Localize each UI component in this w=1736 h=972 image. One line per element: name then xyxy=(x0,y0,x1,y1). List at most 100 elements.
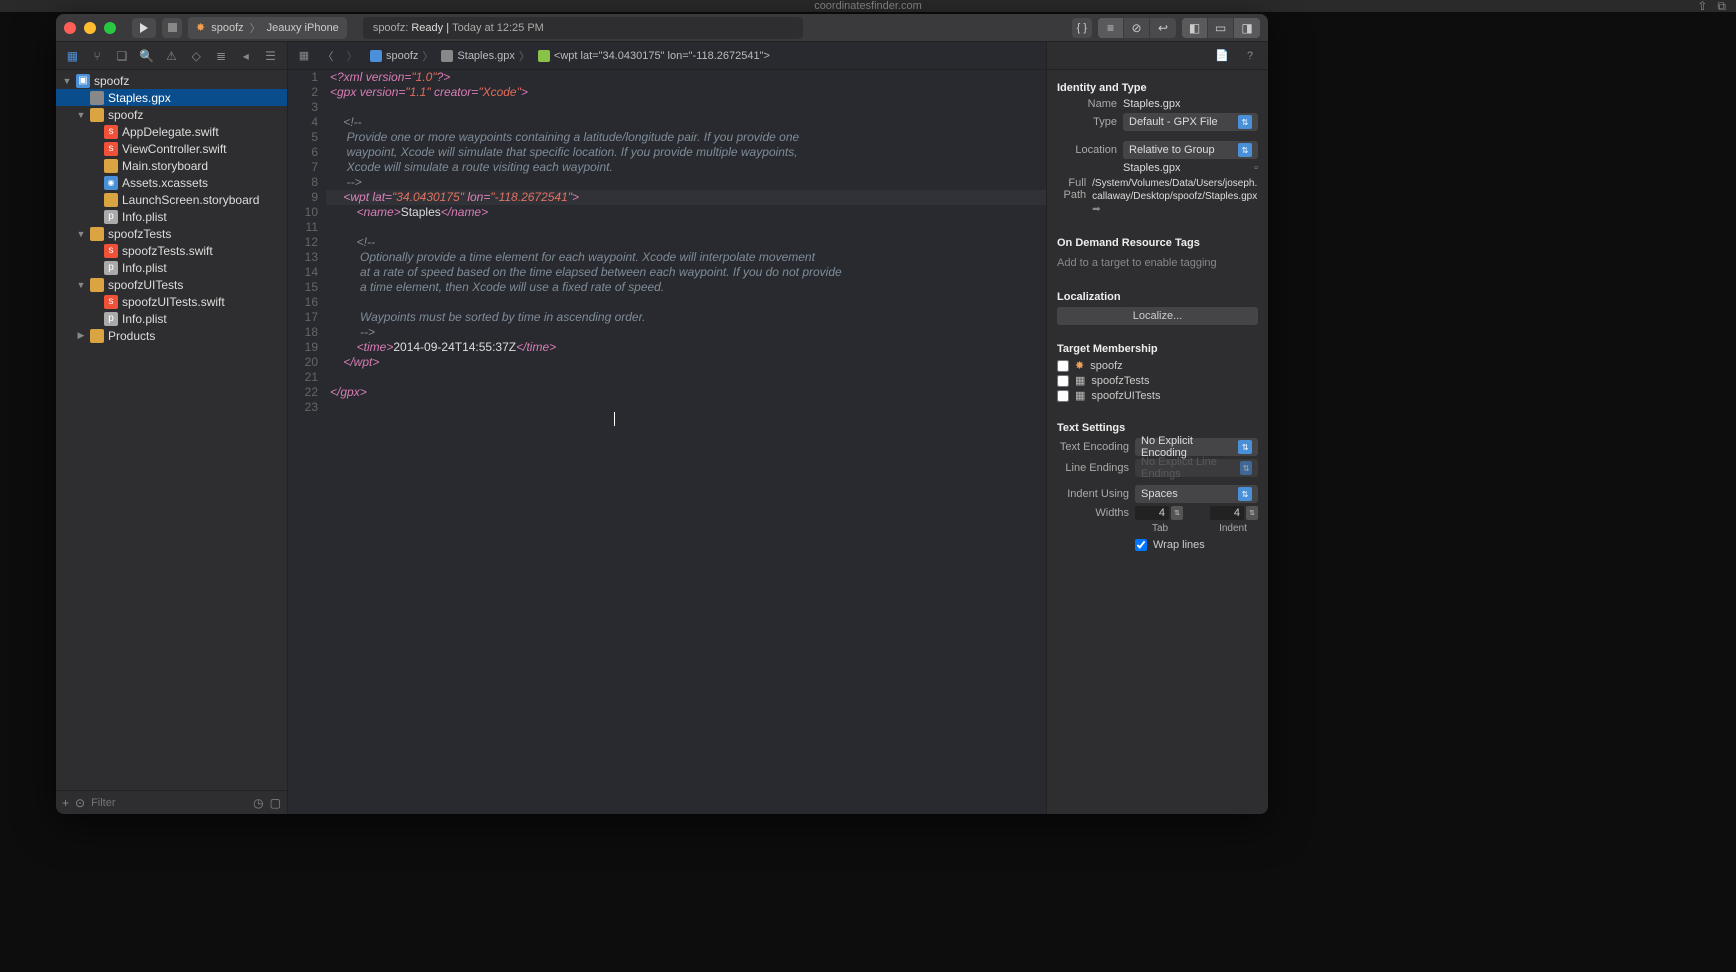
disclosure-triangle-icon[interactable]: ▼ xyxy=(62,76,72,86)
code-line[interactable]: <!-- xyxy=(330,235,1046,250)
code-editor[interactable]: 1234567891011121314151617181920212223 <?… xyxy=(288,70,1046,814)
line-endings-select[interactable]: No Explicit Line Endings⇅ xyxy=(1135,459,1258,477)
related-items-icon[interactable]: ▦ xyxy=(294,46,314,66)
report-navigator-tab[interactable]: ☰ xyxy=(262,47,280,65)
close-window-button[interactable] xyxy=(64,22,76,34)
code-line[interactable] xyxy=(330,100,1046,115)
code-line[interactable]: a time element, then Xcode will use a fi… xyxy=(330,280,1046,295)
file-name-value[interactable]: Staples.gpx xyxy=(1123,98,1258,110)
code-line[interactable] xyxy=(330,295,1046,310)
file-type-select[interactable]: Default - GPX File⇅ xyxy=(1123,113,1258,131)
project-tree[interactable]: ▼▣spoofzStaples.gpx▼spoofzsAppDelegate.s… xyxy=(56,70,287,790)
breadcrumb-label: Staples.gpx xyxy=(457,50,514,62)
disclosure-triangle-icon[interactable]: ▼ xyxy=(76,110,86,120)
tree-item[interactable]: pInfo.plist xyxy=(56,208,287,225)
folder-reveal-icon[interactable]: ▫ xyxy=(1254,162,1258,174)
tab-width-stepper[interactable]: 4 ⇅ xyxy=(1135,506,1183,520)
project-navigator-tab[interactable]: ▦ xyxy=(63,47,81,65)
tree-item[interactable]: sAppDelegate.swift xyxy=(56,123,287,140)
tree-item[interactable]: ▼spoofz xyxy=(56,106,287,123)
stepper-icon[interactable]: ⇅ xyxy=(1246,506,1258,520)
source-control-navigator-tab[interactable]: ⑂ xyxy=(88,47,106,65)
location-select[interactable]: Relative to Group⇅ xyxy=(1123,141,1258,159)
symbol-navigator-tab[interactable]: ❑ xyxy=(113,47,131,65)
code-line[interactable]: --> xyxy=(330,325,1046,340)
code-line[interactable] xyxy=(330,400,1046,415)
debug-navigator-tab[interactable]: ≣ xyxy=(212,47,230,65)
test-navigator-tab[interactable]: ◇ xyxy=(187,47,205,65)
editor-mode-segmented[interactable]: ≡ ⊘ ↩ xyxy=(1098,18,1176,38)
run-button[interactable] xyxy=(132,18,156,38)
issue-navigator-tab[interactable]: ⚠ xyxy=(162,47,180,65)
standard-editor-icon[interactable]: ≡ xyxy=(1098,18,1124,38)
tree-item[interactable]: pInfo.plist xyxy=(56,259,287,276)
tree-item[interactable]: ▼▣spoofz xyxy=(56,72,287,89)
tree-item[interactable]: ▶Products xyxy=(56,327,287,344)
tree-item[interactable]: Staples.gpx xyxy=(56,89,287,106)
code-line[interactable]: Waypoints must be sorted by time in asce… xyxy=(330,310,1046,325)
toggle-debug-icon[interactable]: ▭ xyxy=(1208,18,1234,38)
tree-item[interactable]: LaunchScreen.storyboard xyxy=(56,191,287,208)
tree-item[interactable]: ◉Assets.xcassets xyxy=(56,174,287,191)
tree-item[interactable]: ▼spoofzUITests xyxy=(56,276,287,293)
zoom-window-button[interactable] xyxy=(104,22,116,34)
indent-using-select[interactable]: Spaces⇅ xyxy=(1135,485,1258,503)
code-line[interactable]: <?xml version="1.0"?> xyxy=(330,70,1046,85)
stop-button[interactable] xyxy=(162,18,182,38)
go-back-button[interactable]: 〈 xyxy=(318,46,338,66)
find-navigator-tab[interactable]: 🔍 xyxy=(138,47,156,65)
code-line[interactable]: </wpt> xyxy=(330,355,1046,370)
code-line[interactable]: --> xyxy=(330,175,1046,190)
scheme-selector[interactable]: ✸ spoofz 〉 Jeauxy iPhone xyxy=(188,17,347,39)
panel-toggles[interactable]: ◧ ▭ ◨ xyxy=(1182,18,1260,38)
tree-item[interactable]: Main.storyboard xyxy=(56,157,287,174)
disclosure-triangle-icon[interactable]: ▼ xyxy=(76,280,86,290)
minimize-window-button[interactable] xyxy=(84,22,96,34)
tree-item[interactable]: pInfo.plist xyxy=(56,310,287,327)
localize-button[interactable]: Localize... xyxy=(1057,307,1258,325)
wrap-lines-checkbox[interactable] xyxy=(1135,539,1147,551)
scm-filter-icon[interactable]: ▢ xyxy=(270,796,281,810)
add-button[interactable]: + xyxy=(62,796,69,810)
target-checkbox[interactable] xyxy=(1057,375,1069,387)
code-line[interactable]: Optionally provide a time element for ea… xyxy=(330,250,1046,265)
version-editor-icon[interactable]: ↩ xyxy=(1150,18,1176,38)
stepper-icon[interactable]: ⇅ xyxy=(1171,506,1183,520)
breadcrumb-item[interactable]: Staples.gpx〉 xyxy=(437,48,533,64)
target-checkbox[interactable] xyxy=(1057,360,1069,372)
code-line[interactable]: Provide one or more waypoints containing… xyxy=(330,130,1046,145)
target-checkbox[interactable] xyxy=(1057,390,1069,402)
window-controls xyxy=(64,22,116,34)
tree-item[interactable]: sViewController.swift xyxy=(56,140,287,157)
code-line[interactable]: Xcode will simulate a route visiting eac… xyxy=(330,160,1046,175)
code-line[interactable]: <!-- xyxy=(330,115,1046,130)
breadcrumb-item[interactable]: spoofz〉 xyxy=(366,48,437,64)
breakpoint-navigator-tab[interactable]: ◂ xyxy=(237,47,255,65)
breadcrumb-item[interactable]: <wpt lat="34.0430175" lon="-118.2672541"… xyxy=(534,50,774,62)
recent-filter-icon[interactable]: ◷ xyxy=(253,796,263,810)
assistant-editor-icon[interactable]: ⊘ xyxy=(1124,18,1150,38)
tree-item[interactable]: sspoofzTests.swift xyxy=(56,242,287,259)
reveal-in-finder-icon[interactable]: ➡ xyxy=(1092,204,1100,215)
help-inspector-tab[interactable]: ? xyxy=(1242,48,1258,64)
code-line[interactable]: at a rate of speed based on the time ela… xyxy=(330,265,1046,280)
disclosure-triangle-icon[interactable]: ▼ xyxy=(76,229,86,239)
code-line[interactable]: <gpx version="1.1" creator="Xcode"> xyxy=(330,85,1046,100)
code-line[interactable]: </gpx> xyxy=(330,385,1046,400)
go-forward-button[interactable]: 〉 xyxy=(342,46,362,66)
tree-item[interactable]: sspoofzUITests.swift xyxy=(56,293,287,310)
indent-width-stepper[interactable]: 4 ⇅ xyxy=(1210,506,1258,520)
code-line[interactable]: <name>Staples</name> xyxy=(330,205,1046,220)
toggle-navigator-icon[interactable]: ◧ xyxy=(1182,18,1208,38)
code-line[interactable] xyxy=(330,370,1046,385)
code-line[interactable] xyxy=(330,220,1046,235)
tree-item[interactable]: ▼spoofzTests xyxy=(56,225,287,242)
file-inspector-tab[interactable]: 📄 xyxy=(1214,48,1230,64)
code-line[interactable]: <time>2014-09-24T14:55:37Z</time> xyxy=(330,340,1046,355)
text-encoding-select[interactable]: No Explicit Encoding⇅ xyxy=(1135,438,1258,456)
toggle-inspector-icon[interactable]: ◨ xyxy=(1234,18,1260,38)
library-button[interactable]: { } xyxy=(1072,18,1092,38)
filter-input[interactable] xyxy=(91,797,247,809)
disclosure-triangle-icon[interactable]: ▶ xyxy=(76,330,86,341)
code-line[interactable]: waypoint, Xcode will simulate that speci… xyxy=(330,145,1046,160)
